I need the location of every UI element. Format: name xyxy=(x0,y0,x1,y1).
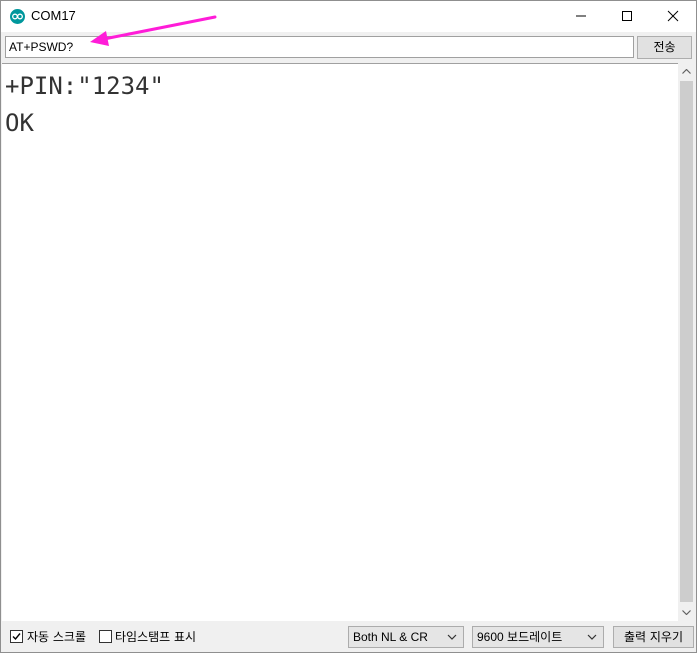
scroll-up-button[interactable] xyxy=(678,63,695,80)
autoscroll-label[interactable]: 자동 스크롤 xyxy=(27,628,86,645)
line-ending-select[interactable]: Both NL & CR xyxy=(348,626,464,648)
autoscroll-checkbox[interactable] xyxy=(10,630,23,643)
title-bar: COM17 xyxy=(1,1,696,32)
close-button[interactable] xyxy=(650,1,696,31)
status-bar: 자동 스크롤 타임스탬프 표시 Both NL & CR 9600 보드레이트 … xyxy=(1,621,696,652)
chevron-down-icon xyxy=(682,610,691,615)
scroll-thumb[interactable] xyxy=(680,81,693,602)
clear-output-button[interactable]: 출력 지우기 xyxy=(613,626,694,648)
minimize-icon xyxy=(576,15,586,17)
minimize-button[interactable] xyxy=(558,1,604,31)
chevron-down-icon xyxy=(447,634,457,640)
baud-rate-value: 9600 보드레이트 xyxy=(477,630,563,644)
window-title: COM17 xyxy=(31,8,76,23)
baud-rate-select[interactable]: 9600 보드레이트 xyxy=(472,626,604,648)
vertical-scrollbar[interactable] xyxy=(678,63,695,621)
send-button[interactable]: 전송 xyxy=(637,36,692,59)
arduino-icon xyxy=(10,9,25,24)
maximize-button[interactable] xyxy=(604,1,650,31)
checkmark-icon xyxy=(12,633,21,641)
line-ending-value: Both NL & CR xyxy=(353,630,428,644)
output-line: OK xyxy=(5,109,34,137)
close-icon xyxy=(667,10,679,22)
send-input[interactable] xyxy=(5,36,634,58)
serial-output[interactable]: +PIN:"1234" OK xyxy=(2,63,678,621)
timestamp-label[interactable]: 타임스탬프 표시 xyxy=(115,628,196,645)
serial-monitor-window: COM17 전송 +PIN:"1234" OK xyxy=(0,0,697,653)
send-row: 전송 xyxy=(1,32,696,62)
chevron-up-icon xyxy=(682,69,691,74)
timestamp-checkbox[interactable] xyxy=(99,630,112,643)
chevron-down-icon xyxy=(587,634,597,640)
scroll-down-button[interactable] xyxy=(678,604,695,621)
maximize-icon xyxy=(622,11,632,21)
output-line: +PIN:"1234" xyxy=(5,72,164,100)
